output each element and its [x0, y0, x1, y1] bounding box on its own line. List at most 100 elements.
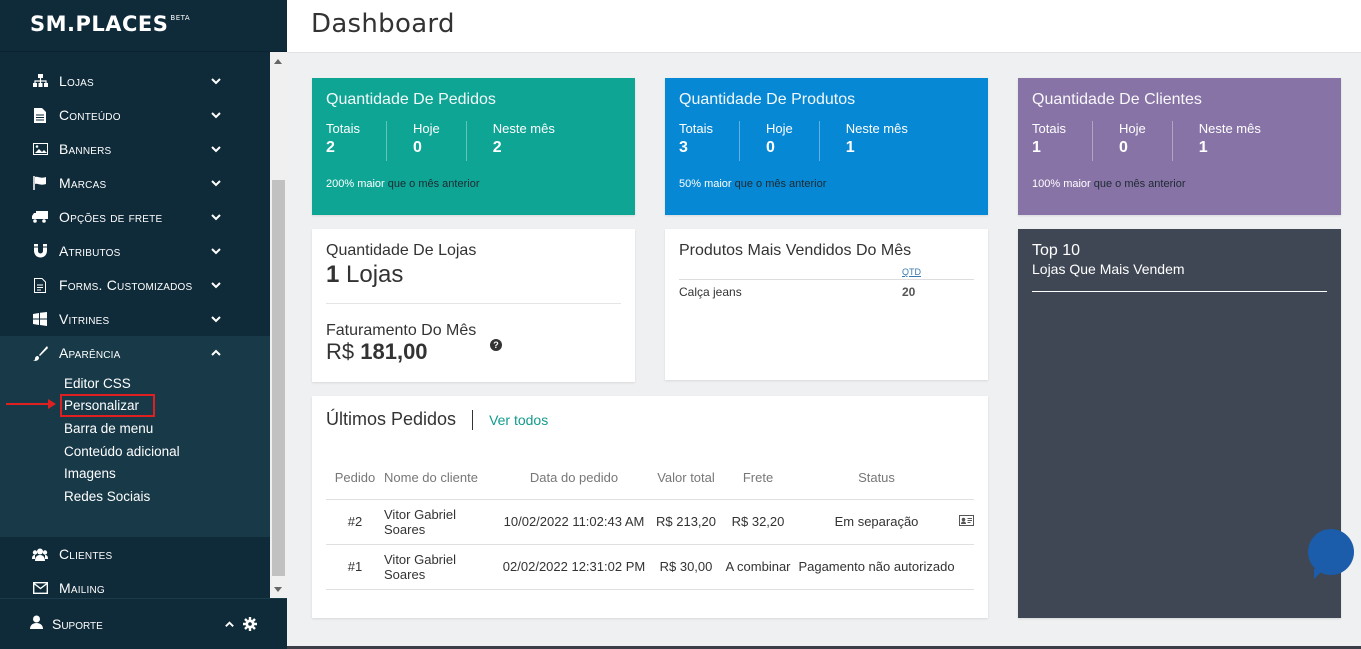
- stat-growth: 100% maior: [1032, 178, 1091, 190]
- customer-link[interactable]: Vitor Gabriel Soares: [384, 498, 498, 544]
- sidebar-item-label: Marcas: [59, 175, 107, 191]
- stat-value: 0: [412, 139, 422, 156]
- gear-icon[interactable]: [243, 617, 257, 631]
- table-row[interactable]: #2 Vitor Gabriel Soares 10/02/2022 11:02…: [326, 498, 974, 544]
- order-shipping: R$ 32,20: [722, 498, 794, 544]
- page-header: Dashboard: [287, 0, 1361, 53]
- ver-todos-link[interactable]: Ver todos: [489, 412, 548, 428]
- sidebar-item-marcas[interactable]: Marcas: [0, 166, 270, 200]
- sidebar-item-label: Lojas: [59, 73, 94, 89]
- mais-vendidos-header: QTD: [679, 267, 974, 280]
- order-date: 02/02/2022 12:31:02 PM: [498, 543, 650, 590]
- help-icon[interactable]: ?: [490, 339, 502, 351]
- card-subtitle: Lojas Que Mais Vendem: [1032, 261, 1327, 292]
- table-header-row: Pedido Nome do cliente Data do pedido Va…: [326, 457, 974, 499]
- customer-link[interactable]: Vitor Gabriel Soares: [384, 543, 498, 590]
- stat-value: 1: [845, 139, 855, 156]
- table-row[interactable]: #1 Vitor Gabriel Soares 02/02/2022 12:31…: [326, 543, 974, 590]
- order-status[interactable]: Pagamento não autorizado: [794, 543, 959, 590]
- sidebar: SM.PLACES BETA Lojas Conteúdo Banners Ma…: [0, 0, 287, 649]
- stat-label: Totais: [1032, 121, 1066, 136]
- chevron-down-icon: [211, 146, 221, 153]
- submenu-label: Personalizar: [59, 394, 156, 418]
- sidebar-item-clientes[interactable]: Clientes: [0, 537, 270, 571]
- order-total: R$ 213,20: [650, 498, 722, 544]
- stat-label: Hoje: [765, 121, 793, 136]
- qtd-header[interactable]: QTD: [902, 267, 921, 277]
- stat-title: Quantidade De Produtos: [679, 91, 856, 108]
- image-icon: [32, 141, 48, 157]
- scroll-up-icon[interactable]: [274, 59, 282, 64]
- sidebar-item-vitrines[interactable]: Vitrines: [0, 302, 270, 336]
- user-icon: [30, 615, 43, 634]
- sidebar-item-label: Aparência: [59, 345, 121, 361]
- sidebar-item-label: Mailing: [59, 580, 105, 596]
- product-qtd: 20: [902, 285, 916, 299]
- stat-label: Totais: [679, 121, 713, 136]
- page-title: Dashboard: [311, 9, 455, 39]
- submenu-aparencia: Editor CSS Personalizar Barra de menu Co…: [0, 370, 270, 537]
- order-id-link[interactable]: #2: [326, 498, 384, 544]
- id-card-icon[interactable]: [959, 498, 974, 544]
- faturamento-value-row: R$ 181,00: [326, 339, 621, 365]
- sidebar-item-aparencia[interactable]: Aparência: [0, 336, 270, 370]
- scroll-down-icon[interactable]: [274, 587, 282, 592]
- chat-bubble-button[interactable]: [1308, 529, 1354, 579]
- submenu-item-imagens[interactable]: Imagens: [0, 462, 270, 485]
- order-date: 10/02/2022 11:02:43 AM: [498, 498, 650, 544]
- sidebar-item-forms[interactable]: Forms. Customizados: [0, 268, 270, 302]
- chevron-down-icon: [211, 214, 221, 221]
- card-title: Quantidade De Lojas: [326, 242, 477, 259]
- column-header: Frete: [742, 470, 774, 486]
- stat-growth-note: que o mês anterior: [734, 178, 827, 190]
- submenu-item-personalizar[interactable]: Personalizar: [0, 394, 270, 418]
- sidebar-item-conteudo[interactable]: Conteúdo: [0, 98, 270, 132]
- card-top10: Top 10 Lojas Que Mais Vendem: [1018, 229, 1341, 618]
- orders-header: Últimos Pedidos Ver todos: [326, 409, 548, 430]
- order-status[interactable]: Em separação: [794, 498, 959, 544]
- column-header: Valor total: [657, 470, 715, 486]
- users-icon: [32, 546, 48, 562]
- submenu-item-editor-css[interactable]: Editor CSS: [0, 372, 270, 395]
- sidebar-item-mailing[interactable]: Mailing: [0, 571, 270, 598]
- brand-logo[interactable]: SM.PLACES BETA: [0, 0, 287, 52]
- stat-value: 2: [492, 139, 502, 156]
- sidebar-item-frete[interactable]: Opções de frete: [0, 200, 270, 234]
- sidebar-item-label: Banners: [59, 141, 112, 157]
- windows-icon: [32, 311, 48, 327]
- sidebar-item-lojas[interactable]: Lojas: [0, 64, 270, 98]
- sidebar-item-label: Clientes: [59, 546, 113, 562]
- lojas-count: 1: [326, 261, 340, 288]
- faturamento-value: 181,00: [360, 339, 428, 364]
- chevron-down-icon: [211, 248, 221, 255]
- annotation-arrow: [6, 399, 56, 409]
- column-header: Data do pedido: [529, 470, 619, 486]
- chevron-up-icon[interactable]: [224, 619, 235, 630]
- envelope-icon: [32, 580, 48, 596]
- order-id-link[interactable]: #1: [326, 543, 384, 590]
- submenu-item-redes-sociais[interactable]: Redes Sociais: [0, 485, 270, 508]
- chevron-up-icon: [211, 349, 221, 356]
- scrollbar-thumb[interactable]: [272, 180, 285, 576]
- orders-title: Últimos Pedidos: [326, 409, 457, 429]
- card-mais-vendidos: Produtos Mais Vendidos Do Mês QTD Calça …: [665, 229, 988, 380]
- stat-growth: 200% maior: [326, 178, 385, 190]
- submenu-label: Redes Sociais: [64, 488, 151, 504]
- sidebar-item-banners[interactable]: Banners: [0, 132, 270, 166]
- sidebar-footer: Suporte: [0, 598, 287, 649]
- stat-title: Quantidade De Pedidos: [326, 91, 496, 108]
- sidebar-nav: Lojas Conteúdo Banners Marcas Opções de …: [0, 52, 270, 598]
- faturamento-title: Faturamento Do Mês: [326, 322, 477, 339]
- chevron-down-icon: [211, 282, 221, 289]
- submenu-item-conteudo-adicional[interactable]: Conteúdo adicional: [0, 440, 270, 463]
- sidebar-item-label: Opções de frete: [59, 209, 163, 225]
- sidebar-scrollbar[interactable]: [270, 52, 287, 598]
- stat-value: 2: [326, 139, 335, 156]
- file-icon: [32, 107, 48, 123]
- submenu-item-barra-de-menu[interactable]: Barra de menu: [0, 417, 270, 440]
- truck-icon: [32, 209, 48, 225]
- card-title: Top 10: [1032, 242, 1081, 259]
- order-total: R$ 30,00: [650, 543, 722, 590]
- orders-table: Pedido Nome do cliente Data do pedido Va…: [326, 457, 974, 590]
- sidebar-item-atributos[interactable]: Atributos: [0, 234, 270, 268]
